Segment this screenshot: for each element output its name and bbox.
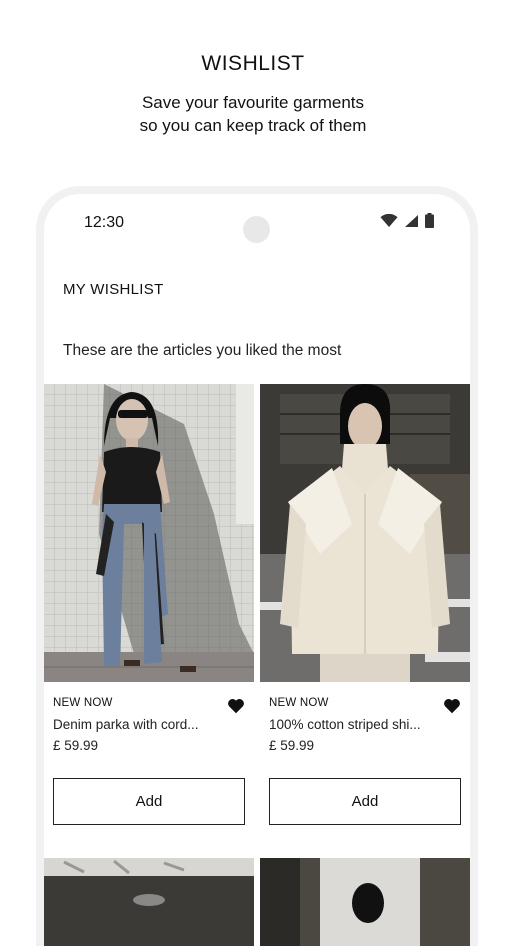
- phone-frame: 12:30 MY WISHLIST These are the articles…: [36, 186, 478, 946]
- status-icons: [380, 213, 434, 228]
- signal-icon: [405, 214, 418, 227]
- status-time: 12:30: [84, 214, 125, 231]
- product-badge: NEW NOW: [269, 697, 329, 709]
- product-image[interactable]: [260, 384, 470, 682]
- promo-subtitle-line-2: so you can keep track of them: [139, 116, 367, 135]
- wishlist-description: These are the articles you liked the mos…: [63, 342, 342, 359]
- add-button[interactable]: Add: [269, 778, 461, 825]
- battery-icon: [425, 213, 434, 228]
- product-photo: [44, 858, 254, 946]
- product-badge: NEW NOW: [53, 697, 113, 709]
- promo-subtitle-line-1: Save your favourite garments: [141, 93, 365, 112]
- product-price: £ 59.99: [53, 738, 99, 753]
- product-image[interactable]: [44, 384, 254, 682]
- product-image-partial[interactable]: [44, 858, 254, 946]
- product-price: £ 59.99: [269, 738, 315, 753]
- product-card[interactable]: NEW NOW 100% cotton striped shi... £ 59.…: [260, 384, 470, 825]
- promo-title: WISHLIST: [201, 52, 305, 75]
- heart-icon[interactable]: [443, 698, 461, 714]
- wishlist-title: MY WISHLIST: [63, 281, 164, 298]
- product-card[interactable]: NEW NOW Denim parka with cord... £ 59.99…: [44, 384, 254, 825]
- product-image-partial[interactable]: [260, 858, 470, 946]
- product-photo: [44, 384, 254, 682]
- add-button[interactable]: Add: [53, 778, 245, 825]
- product-name[interactable]: Denim parka with cord...: [53, 717, 199, 732]
- camera-cutout: [243, 216, 270, 243]
- wifi-icon: [380, 213, 398, 227]
- product-name[interactable]: 100% cotton striped shi...: [269, 717, 421, 732]
- heart-icon[interactable]: [227, 698, 245, 714]
- product-photo: [260, 858, 470, 946]
- promo-subtitle: Save your favourite garments so you can …: [0, 91, 506, 137]
- product-photo: [260, 384, 470, 682]
